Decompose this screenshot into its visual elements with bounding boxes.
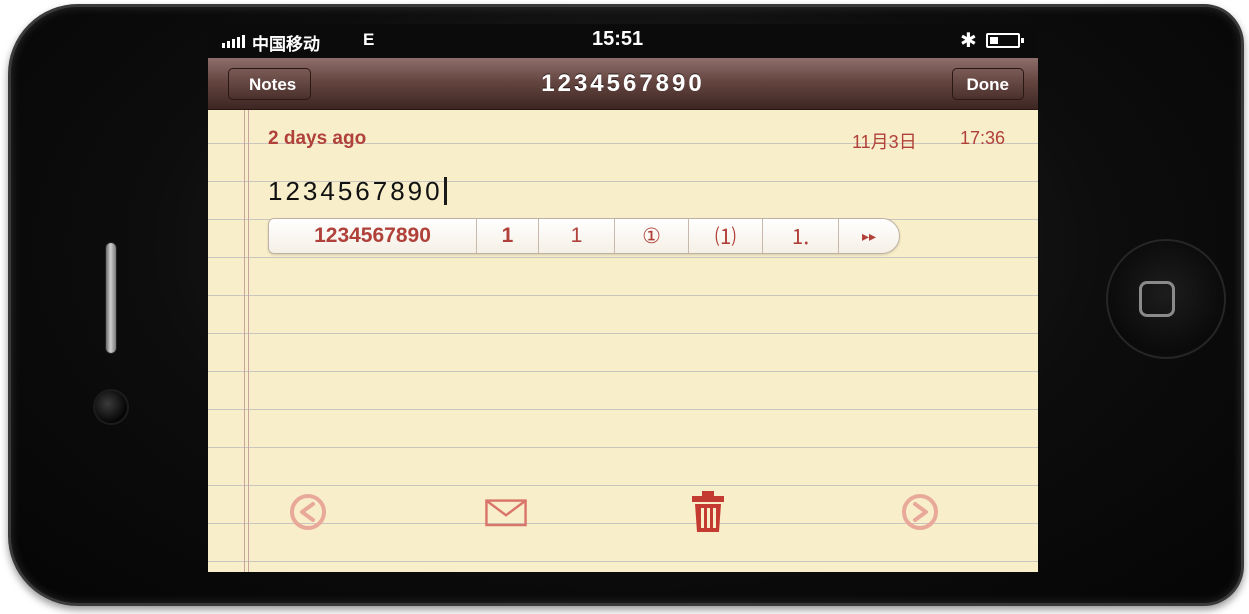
home-square-icon <box>1139 281 1175 317</box>
status-clock: 15:51 <box>592 28 644 50</box>
side-speaker-slot <box>105 242 117 354</box>
note-text: 1234567890 <box>268 176 443 206</box>
note-date: 11月3日 <box>852 132 917 152</box>
screen: 中国移动 E 15:51 ✱ Notes 1234567890 Done 2 d… <box>208 24 1038 572</box>
mail-icon[interactable] <box>484 490 528 534</box>
relative-date: 2 days ago <box>268 128 367 149</box>
detector-option[interactable]: ⑴ <box>689 219 763 253</box>
page-title: 1234567890 <box>541 70 705 97</box>
next-arrow-icon[interactable] <box>898 490 942 534</box>
toolbar <box>208 480 1038 550</box>
previous-arrow-icon[interactable] <box>286 490 330 534</box>
more-arrow-icon[interactable]: ▸▸ <box>839 219 899 253</box>
detector-option[interactable]: ① <box>615 219 689 253</box>
detector-option[interactable]: 1 <box>539 219 615 253</box>
network-type: E <box>363 30 375 49</box>
note-paper[interactable]: 2 days ago 11月3日 17:36 1234567890 123456… <box>208 110 1038 572</box>
text-cursor <box>443 177 447 205</box>
done-button[interactable]: Done <box>951 68 1024 100</box>
navigation-bar: Notes 1234567890 Done <box>208 58 1038 110</box>
trash-icon[interactable] <box>686 490 730 534</box>
detector-option[interactable]: 1234567890 <box>269 219 477 253</box>
camera-lens <box>93 389 129 425</box>
bluetooth-icon: ✱ <box>960 30 977 52</box>
status-bar: 中国移动 E 15:51 ✱ <box>208 24 1038 58</box>
data-detector-bar: 1234567890 1 1 ① ⑴ ⒈ ▸▸ <box>268 218 900 254</box>
signal-strength-icon <box>222 34 245 48</box>
carrier-name: 中国移动 <box>252 35 320 54</box>
detector-option[interactable]: ⒈ <box>763 219 839 253</box>
detector-option[interactable]: 1 <box>477 219 539 253</box>
note-text-area[interactable]: 1234567890 <box>268 176 447 207</box>
note-time: 17:36 <box>960 128 1006 148</box>
battery-icon <box>986 33 1024 48</box>
home-button[interactable] <box>1106 239 1226 359</box>
